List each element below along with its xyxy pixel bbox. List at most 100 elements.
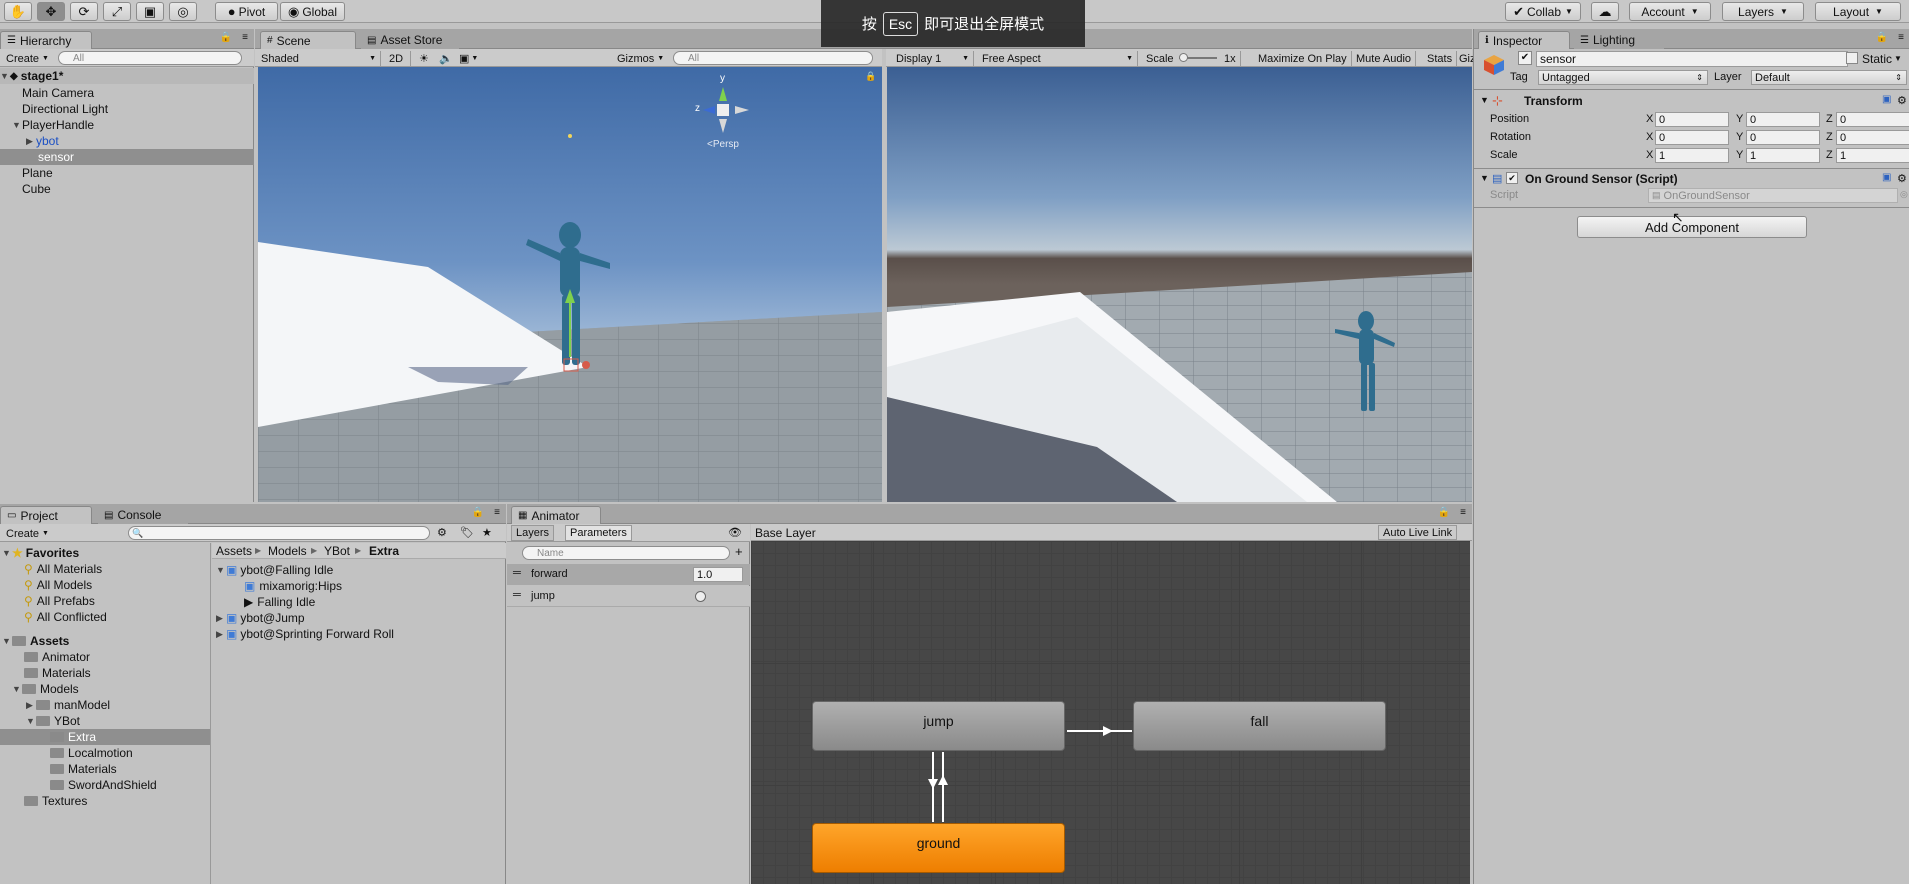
hierarchy-create-button[interactable]: Create ▼ xyxy=(2,51,53,66)
menu-icon[interactable]: ≡ xyxy=(1898,32,1904,43)
folder-manmodel[interactable]: ▶ manModel xyxy=(26,697,110,713)
hierarchy-item-playerhandle[interactable]: ▼ PlayerHandle xyxy=(12,117,94,133)
tab-console[interactable]: ▤ Console xyxy=(98,506,188,524)
breadcrumb-models[interactable]: Models xyxy=(268,544,307,558)
param-row-forward[interactable]: ═ forward 1.0 xyxy=(507,564,750,585)
help-icon[interactable]: ▣ xyxy=(1882,94,1891,105)
favorite-all-materials[interactable]: ⚲ All Materials xyxy=(24,561,102,577)
drag-handle-icon[interactable]: ═ xyxy=(513,567,521,579)
2d-toggle[interactable]: 2D xyxy=(385,51,411,66)
hand-tool-button[interactable]: ✋ xyxy=(4,2,32,21)
static-checkbox[interactable] xyxy=(1846,52,1858,64)
hierarchy-item-cube[interactable]: Cube xyxy=(22,181,51,197)
folder-ybot[interactable]: ▼ YBot xyxy=(26,713,80,729)
slider-thumb[interactable] xyxy=(1179,53,1188,62)
layout-button[interactable]: Layout ▼ xyxy=(1815,2,1901,21)
rotate-tool-button[interactable]: ⟳ xyxy=(70,2,98,21)
component-header[interactable]: ▼ ▤ ✔ On Ground Sensor (Script) ▣ ⚙ xyxy=(1474,170,1909,187)
global-button[interactable]: ◉ Global xyxy=(280,2,345,21)
assets-header[interactable]: ▼ Assets xyxy=(2,633,69,649)
favorite-all-conflicted[interactable]: ⚲ All Conflicted xyxy=(24,609,107,625)
file-ybot-falling-idle[interactable]: ▼ ▣ ybot@Falling Idle xyxy=(216,562,333,578)
aspect-dropdown[interactable]: Free Aspect ▼ xyxy=(978,51,1138,66)
help-icon[interactable]: ▣ xyxy=(1882,172,1891,183)
cloud-button[interactable]: ☁ xyxy=(1591,2,1619,21)
tab-scene[interactable]: # Scene xyxy=(260,31,356,49)
active-checkbox[interactable]: ✔ xyxy=(1518,51,1532,65)
add-parameter-button[interactable]: + xyxy=(735,544,743,559)
display-dropdown[interactable]: Display 1 ▼ xyxy=(892,51,974,66)
params-search-input[interactable]: Name xyxy=(522,546,730,560)
game-viewport[interactable] xyxy=(887,67,1472,502)
rotation-y-field[interactable]: 0 xyxy=(1746,130,1820,145)
breadcrumb-assets[interactable]: Assets xyxy=(216,544,252,558)
folder-materials[interactable]: Materials xyxy=(24,665,91,681)
layer-breadcrumb[interactable]: Base Layer xyxy=(755,526,816,540)
param-jump-trigger[interactable] xyxy=(695,591,706,602)
auto-live-link-toggle[interactable]: Auto Live Link xyxy=(1378,525,1458,540)
favorite-all-prefabs[interactable]: ⚲ All Prefabs xyxy=(24,593,95,609)
folder-localmotion[interactable]: Localmotion xyxy=(50,745,133,761)
tab-project[interactable]: ▭ Project xyxy=(0,506,92,524)
project-search-input[interactable]: 🔍 xyxy=(128,526,430,540)
folder-animator[interactable]: Animator xyxy=(24,649,90,665)
hierarchy-item-plane[interactable]: Plane xyxy=(22,165,53,181)
scale-z-field[interactable]: 1 xyxy=(1836,148,1909,163)
object-picker-icon[interactable]: ◎ xyxy=(1900,189,1908,200)
transform-header[interactable]: ▼ ⊹ Transform ▣ ⚙ xyxy=(1474,93,1909,109)
rotation-x-field[interactable]: 0 xyxy=(1655,130,1729,145)
move-tool-button[interactable]: ✥ xyxy=(37,2,65,21)
account-button[interactable]: Account ▼ xyxy=(1629,2,1711,21)
tab-asset-store[interactable]: ▤ Asset Store xyxy=(361,31,459,49)
lock-icon[interactable]: 🔒 xyxy=(220,32,232,43)
collab-button[interactable]: ✔ Collab ▼ xyxy=(1505,2,1581,21)
layer-dropdown[interactable]: Default ⇕ xyxy=(1751,70,1907,85)
lock-icon[interactable]: 🔒 xyxy=(1876,32,1888,43)
scene-orientation-gizmo[interactable]: y z <Persp xyxy=(693,73,753,150)
rotation-z-field[interactable]: 0 xyxy=(1836,130,1909,145)
folder-textures[interactable]: Textures xyxy=(24,793,87,809)
scene-row[interactable]: ▼ ◆ stage1* xyxy=(0,68,254,84)
lock-icon[interactable]: 🔒 xyxy=(1438,507,1450,518)
file-falling-idle-clip[interactable]: ▶ Falling Idle xyxy=(244,594,315,610)
project-create-button[interactable]: Create ▼ xyxy=(2,526,53,541)
state-fall[interactable]: fall xyxy=(1133,701,1386,751)
param-forward-value[interactable]: 1.0 xyxy=(693,567,743,582)
transform-tool-button[interactable]: ◎ xyxy=(169,2,197,21)
scale-tool-button[interactable]: ⤢ xyxy=(103,2,131,21)
object-name-field[interactable]: sensor xyxy=(1536,51,1848,67)
folder-ybot-materials[interactable]: Materials xyxy=(50,761,117,777)
file-ybot-jump[interactable]: ▶ ▣ ybot@Jump xyxy=(216,610,305,626)
scale-slider[interactable] xyxy=(1179,53,1217,62)
folder-swordandshield[interactable]: SwordAndShield xyxy=(50,777,157,793)
scene-viewport[interactable]: y z <Persp 🔒 xyxy=(258,67,882,502)
favorite-all-models[interactable]: ⚲ All Models xyxy=(24,577,92,593)
position-z-field[interactable]: 0 xyxy=(1836,112,1909,127)
file-mixamorig-hips[interactable]: ▣ mixamorig:Hips xyxy=(244,578,342,594)
lock-icon[interactable]: 🔒 xyxy=(472,507,484,518)
chevron-down-icon[interactable]: ▼ xyxy=(1894,54,1902,63)
tab-inspector[interactable]: ℹ Inspector xyxy=(1478,31,1570,49)
gizmos-dropdown[interactable]: Gizmos ▼ xyxy=(613,51,668,66)
state-ground[interactable]: ground xyxy=(812,823,1065,873)
scale-x-field[interactable]: 1 xyxy=(1655,148,1729,163)
menu-icon[interactable]: ≡ xyxy=(494,507,500,518)
hierarchy-search-input[interactable]: All xyxy=(58,51,242,65)
filter-type-icon[interactable]: ⚙ xyxy=(437,526,447,539)
param-row-jump[interactable]: ═ jump xyxy=(507,586,750,607)
lighting-toggle[interactable]: ☀ xyxy=(415,51,433,66)
tab-layers[interactable]: Layers xyxy=(511,525,555,541)
menu-icon[interactable]: ≡ xyxy=(242,32,248,43)
drag-handle-icon[interactable]: ═ xyxy=(513,589,521,601)
persp-label[interactable]: <Persp xyxy=(707,139,739,150)
hierarchy-item-main-camera[interactable]: Main Camera xyxy=(22,85,94,101)
layers-button[interactable]: Layers ▼ xyxy=(1722,2,1804,21)
shading-dropdown[interactable]: Shaded ▼ xyxy=(257,51,381,66)
state-jump[interactable]: jump xyxy=(812,701,1065,751)
label-icon[interactable]: 🏷 xyxy=(460,526,474,539)
folder-extra[interactable]: Extra xyxy=(0,729,210,745)
tab-animator[interactable]: ▦ Animator xyxy=(511,506,601,524)
animator-graph[interactable]: jump fall ground xyxy=(751,541,1470,884)
hierarchy-item-directional-light[interactable]: Directional Light xyxy=(22,101,108,117)
fx-toggle[interactable]: ▣ ▼ xyxy=(455,51,482,66)
